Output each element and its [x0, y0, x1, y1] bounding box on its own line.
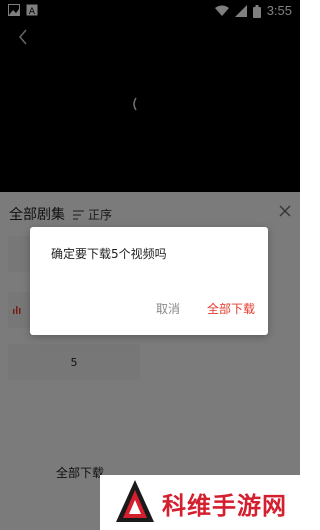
watermark-text: 科维手游网 — [162, 492, 287, 520]
confirm-download-all-button[interactable]: 全部下载 — [207, 300, 255, 317]
watermark: 科维手游网 — [100, 475, 300, 530]
watermark-logo-icon — [116, 480, 154, 522]
dialog-message: 确定要下载5个视频吗 — [51, 247, 167, 261]
cancel-button[interactable]: 取消 — [156, 300, 180, 317]
confirm-dialog: 确定要下载5个视频吗 取消 全部下载 — [30, 227, 268, 335]
